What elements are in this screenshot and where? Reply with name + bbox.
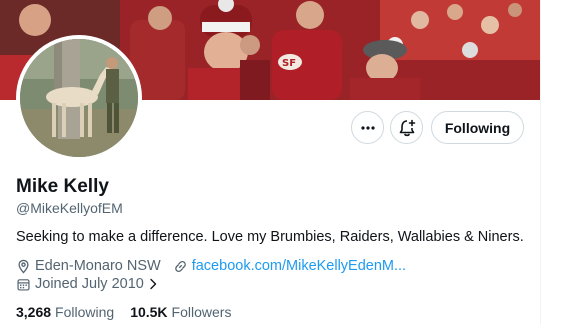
profile-display-name: Mike Kelly — [16, 176, 109, 197]
followers-count: 10.5K — [130, 304, 168, 320]
website-link[interactable]: facebook.com/MikeKellyEdenM... — [192, 258, 406, 274]
more-options-button[interactable] — [351, 111, 384, 144]
right-column-gutter — [540, 0, 565, 324]
profile-header: SF Following Mike Kelly @MikeKellyofEM S… — [0, 0, 540, 324]
bell-plus-icon — [399, 119, 415, 136]
notifications-button[interactable] — [390, 111, 423, 144]
profile-bio: Seeking to make a difference. Love my Br… — [16, 229, 524, 245]
profile-avatar[interactable] — [16, 35, 142, 161]
followers-label: Followers — [171, 304, 232, 320]
website-item[interactable]: facebook.com/MikeKellyEdenM... — [173, 258, 406, 274]
profile-joined-row[interactable]: Joined July 2010 — [16, 276, 174, 292]
chevron-right-icon — [150, 278, 157, 290]
profile-handle: @MikeKellyofEM — [16, 200, 123, 216]
location-pin-icon — [18, 259, 29, 274]
joined-item[interactable]: Joined July 2010 — [16, 276, 162, 292]
svg-text:SF: SF — [282, 58, 296, 69]
joined-text: Joined July 2010 — [35, 276, 144, 292]
following-button[interactable]: Following — [431, 111, 524, 144]
followers-stat-link[interactable]: 10.5K Followers — [130, 304, 231, 320]
location-text: Eden-Monaro NSW — [35, 258, 161, 274]
profile-stats: 3,268 Following 10.5K Followers — [16, 304, 247, 320]
following-stat-link[interactable]: 3,268 Following — [16, 304, 114, 320]
calendar-icon — [17, 278, 30, 291]
link-icon — [174, 260, 186, 272]
following-label: Following — [55, 304, 115, 320]
profile-meta-row: Eden-Monaro NSW facebook.com/MikeKellyEd… — [16, 258, 418, 274]
following-count: 3,268 — [16, 304, 52, 320]
more-horizontal-icon — [360, 125, 375, 130]
location-item: Eden-Monaro NSW — [16, 258, 161, 274]
